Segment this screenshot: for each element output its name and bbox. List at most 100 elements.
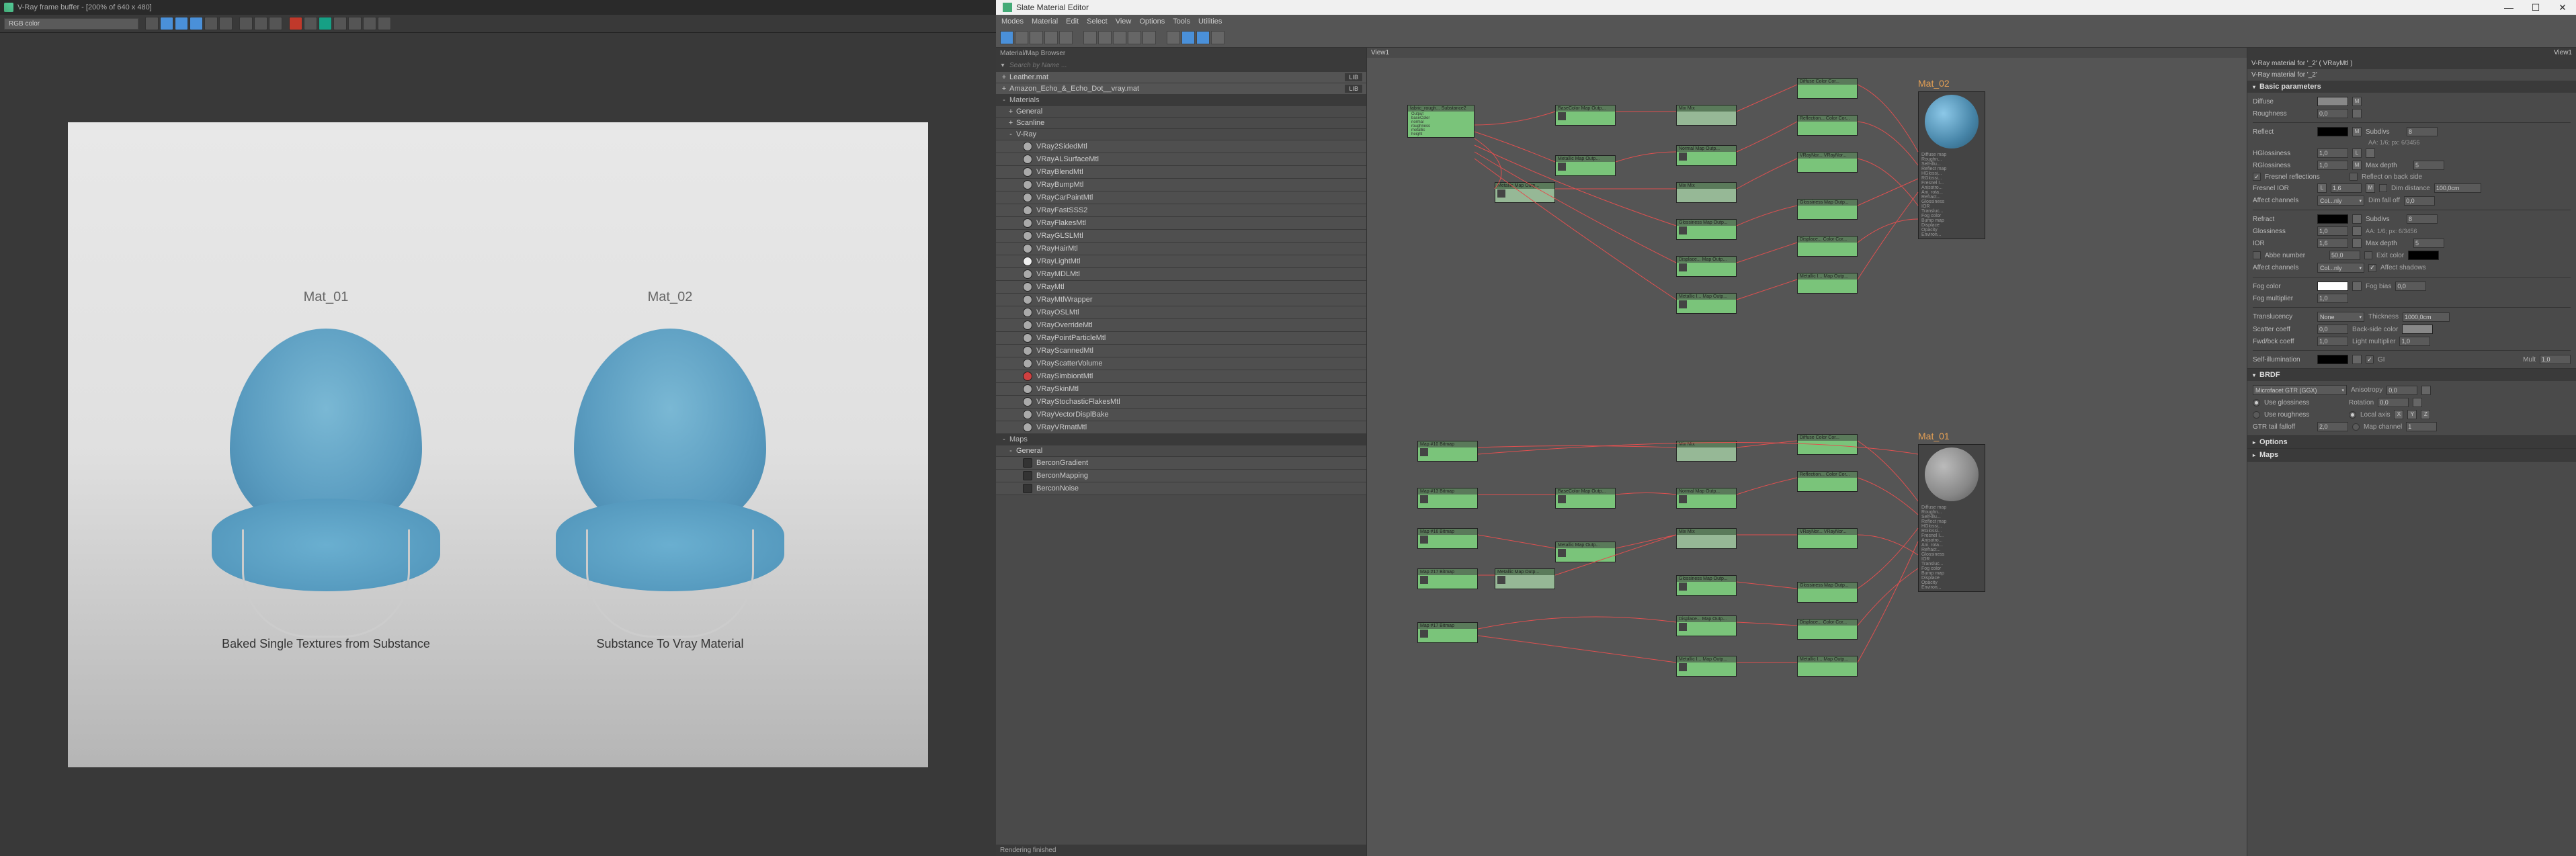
mat-vrayalsurface[interactable]: VRayALSurfaceMtl [996,153,1366,166]
menu-utilities[interactable]: Utilities [1198,17,1222,26]
mat-vrayhair[interactable]: VRayHairMtl [996,243,1366,255]
preview-icon[interactable] [1211,31,1224,44]
node-graph[interactable]: View1 fabric_rough... Substance2Outputba… [1367,48,2247,856]
mat-vrayflakes[interactable]: VRayFlakesMtl [996,217,1366,230]
node-glossiness-cc1[interactable]: Glossiness Map Outp... [1797,199,1858,220]
node-glossiness-out1[interactable]: Glossiness Map Outp... [1676,219,1737,240]
node-map16[interactable]: Map #16 Bitmap [1417,528,1478,549]
gi-check[interactable] [2366,355,2374,363]
scatter-spinner[interactable]: 0,0 [2317,325,2348,334]
refract-map[interactable] [2352,214,2362,224]
mat-vraymtlwrapper[interactable]: VRayMtlWrapper [996,294,1366,306]
mono-channel-icon[interactable] [219,17,233,30]
rollout-maps-title[interactable]: Maps [2247,449,2576,461]
show-background-icon[interactable] [1113,31,1126,44]
mat-vrayvrmat[interactable]: VRayVRmatMtl [996,421,1366,434]
view-tab[interactable]: View1 [1367,48,2247,58]
subdivs-spinner[interactable]: 8 [2407,127,2438,136]
rgb-toggle-icon[interactable] [145,17,159,30]
rotation-spinner[interactable]: 0,0 [2378,398,2409,407]
fresnelior-spinner[interactable]: 1,6 [2331,183,2362,193]
mat-vraystochastic[interactable]: VRayStochasticFlakesMtl [996,396,1366,409]
axis-z[interactable]: Z [2421,410,2430,419]
layout-all-icon[interactable] [1128,31,1141,44]
brdf-dropdown[interactable]: Microfacet GTR (GGX) [2253,385,2347,395]
node-metallic-bot[interactable]: Metallic Map Outp... [1495,568,1555,589]
fresnel-check[interactable] [2253,173,2261,181]
node-basecolor-bot[interactable]: BaseColor Map Outp... [1555,488,1616,509]
lib-leather[interactable]: +Leather.matLIB [996,72,1366,83]
rollout-brdf-title[interactable]: BRDF [2247,369,2576,381]
node-map17[interactable]: Map #17 Bitmap [1417,568,1478,589]
rgloss-map[interactable]: M [2352,161,2362,170]
fogmult-spinner[interactable]: 1,0 [2317,294,2348,303]
node-vraynor-bot[interactable]: VRayNor... VRayNor... [1797,528,1858,549]
affect2-dropdown[interactable]: Col...nly [2317,263,2364,273]
mapchannel-radio[interactable] [2352,423,2360,431]
subdivs2-spinner[interactable]: 8 [2407,214,2438,224]
track-mouse-icon[interactable] [333,17,347,30]
save-all-icon[interactable] [254,17,267,30]
node-metallic-cc-bot[interactable]: Metallic I... Map Outp... [1797,656,1858,677]
region-render-icon[interactable] [319,17,332,30]
affectshadows-check[interactable] [2368,264,2376,272]
node-displace-cc-bot[interactable]: Displace... Color Cor... [1797,619,1858,640]
clear-icon[interactable] [269,17,282,30]
menu-view[interactable]: View [1116,17,1132,26]
select-tool-icon[interactable] [1000,31,1013,44]
hgloss-map[interactable] [2366,148,2375,158]
ior-spinner[interactable]: 1,6 [2317,239,2348,248]
menu-options[interactable]: Options [1139,17,1165,26]
dimfall-spinner[interactable]: 0,0 [2404,196,2435,206]
anisotropy-spinner[interactable]: 0,0 [2386,386,2417,395]
maxdepth-spinner[interactable]: 5 [2413,161,2444,170]
node-mix-top1[interactable]: Mix Mix [1676,105,1737,126]
map-bercongradient[interactable]: BerconGradient [996,457,1366,470]
mat-vrayblend[interactable]: VRayBlendMtl [996,166,1366,179]
mat02-preview[interactable]: Diffuse mapRoughn...Self-illu...Reflect … [1918,91,1985,239]
node-metallic-out-bot[interactable]: Metallic Map Outp... [1555,542,1616,562]
mat-vrayscanned[interactable]: VRayScannedMtl [996,345,1366,357]
hgloss-spinner[interactable]: 1,0 [2317,148,2348,158]
translucency-dropdown[interactable]: None [2317,312,2364,322]
minimize-button[interactable]: — [2502,2,2516,13]
map-berconnoise[interactable]: BerconNoise [996,482,1366,495]
material-id-icon[interactable] [1167,31,1180,44]
mat-vraycarpaint[interactable]: VRayCarPaintMtl [996,191,1366,204]
cat-scanline[interactable]: +Scanline [996,118,1366,129]
mat-vrayskin[interactable]: VRaySkinMtl [996,383,1366,396]
node-map10[interactable]: Map #10 Bitmap [1417,441,1478,462]
reflect-swatch[interactable] [2317,127,2348,136]
node-metallic-i-out[interactable]: Metallic I... Map Outp... [1676,293,1737,314]
node-map17b[interactable]: Map #17 Bitmap [1417,622,1478,643]
delete-tool-icon[interactable] [1044,31,1058,44]
fresnelior-map[interactable]: M [2366,183,2375,193]
node-basecolor-out[interactable]: BaseColor Map Outp... [1555,105,1616,126]
node-displace-out1[interactable]: Displace... Map Outp... [1676,256,1737,277]
node-reflection-bot[interactable]: Reflection... Color Cor... [1797,471,1858,492]
map-berconmapping[interactable]: BerconMapping [996,470,1366,482]
node-normal-out[interactable]: Normal Map Outp... [1676,145,1737,166]
maximize-button[interactable]: ☐ [2529,2,2542,13]
dimdist-check[interactable] [2379,184,2387,192]
cat-maps[interactable]: -Maps [996,434,1366,445]
thickness-spinner[interactable]: 1000,0cm [2403,312,2450,322]
menu-tools[interactable]: Tools [1173,17,1190,26]
layout-children-icon[interactable] [1142,31,1156,44]
fwdback-spinner[interactable]: 1,0 [2317,337,2348,346]
mult-spinner[interactable]: 1,0 [2540,355,2571,364]
rgloss-spinner[interactable]: 1,0 [2317,161,2348,170]
search-input[interactable] [1008,60,1364,71]
copy-icon[interactable] [304,17,317,30]
usegloss-radio[interactable] [2253,399,2260,406]
search-arrow-icon[interactable]: ▾ [999,62,1007,69]
node-fabric-substance[interactable]: fabric_rough... Substance2OutputbaseColo… [1407,105,1474,138]
abbe-spinner[interactable]: 50,0 [2329,251,2360,260]
params-tab[interactable]: View1 [2247,48,2576,58]
node-mix-top2[interactable]: Mix Mix [1676,182,1737,203]
diffuse-swatch[interactable] [2317,97,2348,106]
mat-vraylight[interactable]: VRayLightMtl [996,255,1366,268]
mat-vrayfastsss2[interactable]: VRayFastSSS2 [996,204,1366,217]
node-mix-bot2[interactable]: Mix Mix [1676,528,1737,549]
cat-general[interactable]: +General [996,106,1366,118]
